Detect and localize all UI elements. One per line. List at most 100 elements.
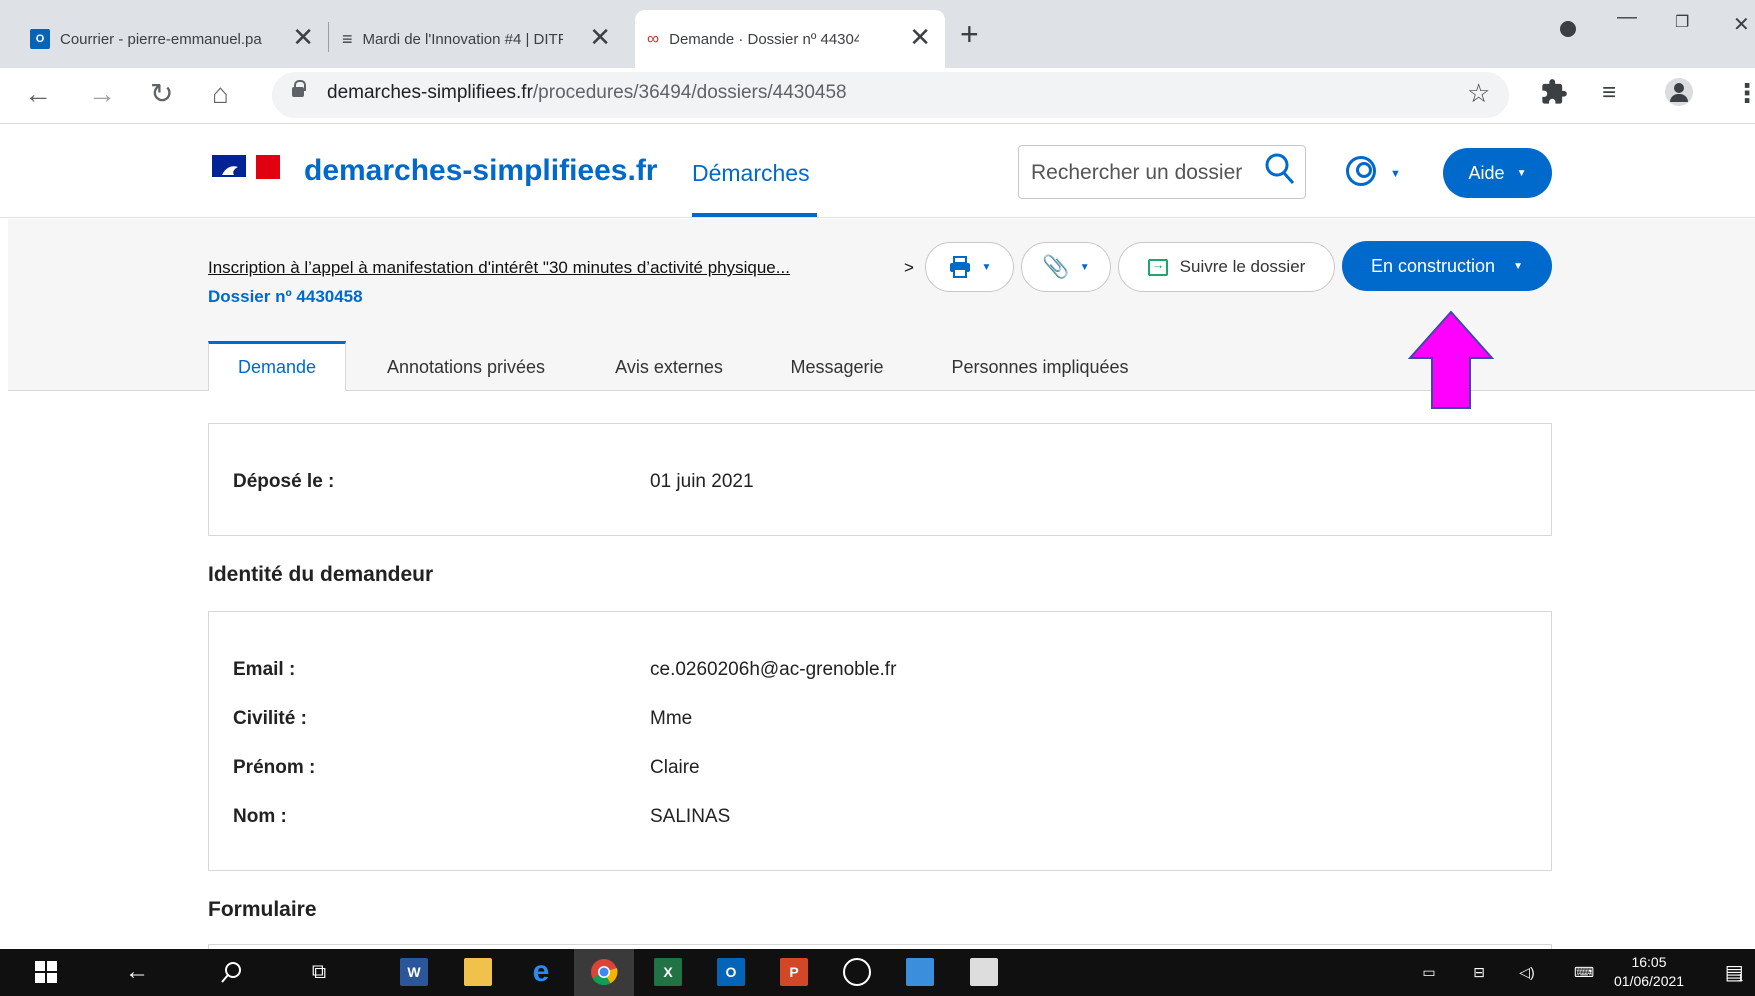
network-icon[interactable]: ⊟	[1468, 958, 1490, 986]
terminal-app-icon[interactable]	[970, 958, 998, 986]
identity-section-title: Identité du demandeur	[208, 563, 434, 586]
help-dropdown-button[interactable]: Aide ▼	[1443, 148, 1552, 198]
taskbar-search-icon[interactable]	[218, 958, 246, 986]
internet-explorer-icon[interactable]: e	[527, 955, 555, 988]
follow-icon	[1147, 257, 1168, 276]
reading-list-icon[interactable]: ≡	[1602, 78, 1616, 108]
home-icon[interactable]: ⌂	[212, 76, 229, 112]
clock-time: 16:05	[1631, 954, 1667, 970]
tab-personnes-impliquees[interactable]: Personnes impliquées	[932, 343, 1148, 391]
chrome-profile-icon[interactable]	[1560, 20, 1576, 43]
follow-dossier-button[interactable]: Suivre le dossier	[1118, 242, 1335, 292]
tab-separator	[328, 22, 329, 52]
tab-avis-externes[interactable]: Avis externes	[596, 343, 742, 391]
outlook-icon: O	[30, 29, 50, 49]
close-window-button[interactable]: ✕	[1733, 12, 1750, 37]
nom-label: Nom :	[233, 806, 287, 827]
paperclip-icon: 📎	[1042, 254, 1070, 279]
tab-annotations-privees[interactable]: Annotations privées	[366, 343, 566, 391]
depot-card	[208, 423, 1552, 536]
windows-start-icon[interactable]	[32, 958, 60, 986]
volume-icon[interactable]: ◁)	[1515, 958, 1539, 986]
reload-icon[interactable]: ↻	[150, 76, 173, 112]
chevron-down-icon: ▼	[981, 261, 992, 273]
chevron-down-icon: ▼	[1079, 261, 1090, 273]
tab-label: Demande · Dossier nº 4430458	[669, 30, 860, 48]
filter-icon: ≡	[342, 28, 353, 49]
print-dropdown-button[interactable]: ▼	[925, 242, 1014, 292]
network-app-icon[interactable]	[906, 958, 934, 986]
breadcrumb-procedure-link[interactable]: Inscription à l’appel à manifestation d'…	[208, 258, 790, 278]
marianne-flag-logo[interactable]	[212, 155, 280, 181]
close-tab-icon[interactable]: ✕	[909, 24, 931, 50]
restore-button[interactable]: ❐	[1675, 12, 1689, 32]
nav-active-underline	[692, 213, 817, 217]
ds-icon: ∞	[647, 29, 660, 48]
chevron-down-icon: ▼	[1513, 260, 1523, 272]
printer-icon	[949, 256, 970, 278]
chrome-icon[interactable]	[590, 958, 618, 986]
nom-value: SALINAS	[650, 806, 731, 827]
powerpoint-icon[interactable]: P	[780, 958, 808, 986]
formulaire-section-title: Formulaire	[208, 898, 317, 921]
browser-tab-mardi-innovation[interactable]: ≡ Mardi de l'Innovation #4 | DITP ✕	[330, 10, 625, 68]
depot-date-value: 01 juin 2021	[650, 471, 754, 492]
nav-demarches-link[interactable]: Démarches	[692, 160, 810, 187]
civilite-label: Civilité :	[233, 708, 307, 729]
profile-avatar-icon[interactable]	[1665, 78, 1693, 112]
attachments-dropdown-button[interactable]: 📎 ▼	[1021, 242, 1111, 292]
notification-count: 1	[1737, 972, 1744, 984]
close-tab-icon[interactable]: ✕	[589, 24, 611, 50]
minimize-button[interactable]: —	[1617, 6, 1637, 29]
new-tab-button[interactable]: +	[960, 18, 979, 50]
forward-icon[interactable]: →	[88, 76, 116, 112]
battery-icon[interactable]: ▭	[1418, 958, 1440, 986]
annotation-arrow-up-icon	[1408, 310, 1494, 409]
url-domain: demarches-simplifiees.fr	[327, 82, 533, 103]
file-explorer-icon[interactable]	[464, 958, 492, 986]
outlook-taskbar-icon[interactable]: O	[717, 958, 745, 986]
extensions-puzzle-icon[interactable]	[1540, 78, 1568, 112]
prenom-label: Prénom :	[233, 757, 316, 778]
depot-date-label: Déposé le :	[233, 471, 335, 492]
clock-date: 01/06/2021	[1614, 973, 1685, 989]
task-view-icon[interactable]: ⧉	[305, 958, 333, 986]
tab-messagerie[interactable]: Messagerie	[772, 343, 902, 391]
tab-label: Mardi de l'Innovation #4 | DITP	[362, 30, 563, 48]
status-label: En construction	[1371, 255, 1496, 276]
help-button-label: Aide	[1468, 162, 1505, 183]
chevron-down-icon[interactable]: ▼	[1390, 168, 1401, 180]
back-icon[interactable]: ←	[24, 76, 52, 112]
email-label: Email :	[233, 659, 296, 680]
close-tab-icon[interactable]: ✕	[292, 24, 314, 50]
chevron-down-icon: ▼	[1516, 167, 1527, 179]
email-value: ce.0260206h@ac-grenoble.fr	[650, 659, 897, 680]
excel-icon[interactable]: X	[654, 958, 682, 986]
windows-taskbar	[0, 949, 1755, 996]
dossier-number: Dossier nº 4430458	[208, 287, 363, 306]
search-icon[interactable]	[1264, 152, 1294, 186]
bookmark-star-icon[interactable]: ☆	[1467, 78, 1490, 108]
taskbar-clock[interactable]: 16:05 01/06/2021	[1614, 953, 1684, 991]
browser-tab-outlook[interactable]: O Courrier - pierre-emmanuel.pa ✕	[18, 10, 328, 68]
browser-tab-demande-active[interactable]: ∞ Demande · Dossier nº 4430458 ✕	[635, 10, 945, 68]
tab-label: Courrier - pierre-emmanuel.pa	[60, 30, 262, 48]
prenom-value: Claire	[650, 757, 700, 778]
user-account-icon[interactable]	[1346, 156, 1376, 186]
url-text[interactable]: demarches-simplifiees.fr/procedures/3649…	[327, 82, 847, 104]
url-path: /procedures/36494/dossiers/4430458	[532, 82, 847, 103]
browser-menu-icon[interactable]: ⋮	[1734, 78, 1755, 108]
breadcrumb-separator: >	[904, 258, 914, 277]
lock-icon[interactable]	[292, 80, 306, 97]
follow-button-label: Suivre le dossier	[1179, 257, 1306, 276]
notifications-icon[interactable]: ▤ 1	[1720, 958, 1748, 986]
search-placeholder: Rechercher un dossier	[1031, 161, 1243, 184]
photos-app-icon[interactable]	[843, 958, 871, 986]
status-dropdown-button[interactable]: En construction ▼	[1342, 241, 1552, 291]
site-logo-text[interactable]: demarches-simplifiees.fr	[304, 154, 657, 188]
keyboard-icon[interactable]: ⌨	[1568, 958, 1600, 986]
civilite-value: Mme	[650, 708, 693, 729]
word-icon[interactable]: W	[400, 958, 428, 986]
tab-demande[interactable]: Demande	[208, 341, 346, 391]
taskbar-back-icon[interactable]: ←	[123, 958, 151, 986]
